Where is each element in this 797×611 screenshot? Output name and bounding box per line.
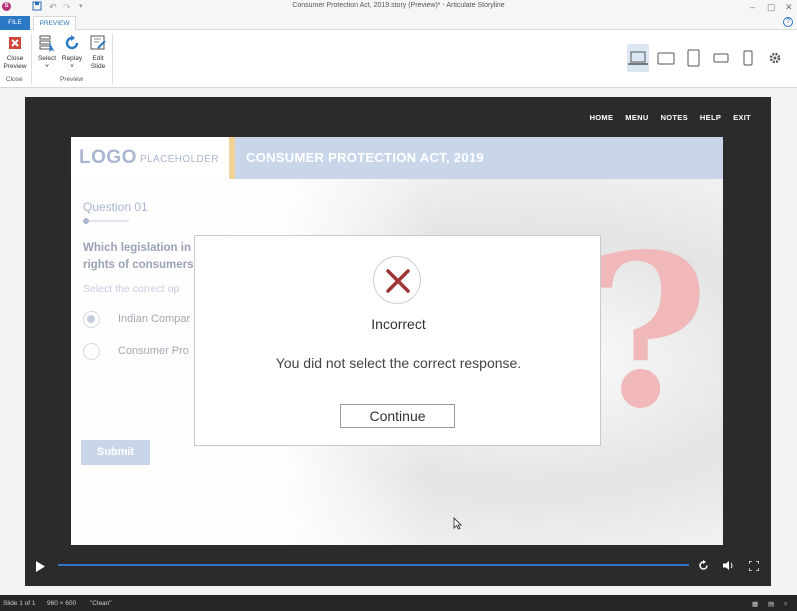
option-label-1[interactable]: Indian Compar [118, 313, 194, 325]
close-preview-label: Close Preview [3, 55, 27, 70]
ribbon-separator [31, 34, 32, 84]
close-preview-icon [9, 37, 21, 49]
submit-button[interactable]: Submit [81, 440, 150, 465]
ribbon-tabs: FILE PREVIEW ? [0, 14, 797, 30]
edit-slide-label: Edit Slide [90, 55, 106, 70]
fullscreen-icon [748, 560, 760, 572]
reading-view-icon[interactable]: ▤ [768, 600, 774, 608]
replay-icon [699, 560, 708, 570]
fullscreen-button[interactable] [748, 558, 760, 576]
volume-button[interactable] [723, 558, 735, 576]
chevron-down-icon: ˅ [45, 63, 49, 70]
incorrect-x-icon [373, 256, 421, 304]
play-icon [36, 561, 45, 572]
question-instruction: Select the correct op [83, 283, 180, 295]
tab-file[interactable]: FILE [0, 16, 30, 30]
play-button[interactable] [35, 559, 45, 577]
feedback-modal: Incorrect You did not select the correct… [194, 235, 601, 446]
preview-settings-button[interactable] [764, 44, 786, 72]
status-slide-count: Slide 1 of 1 [3, 600, 36, 607]
feedback-message: You did not select the correct response. [275, 355, 522, 371]
course-title-bar: CONSUMER PROTECTION ACT, 2019 [235, 137, 723, 179]
select-button[interactable]: Select ˅ [35, 34, 59, 71]
title-bar: S ↶ ↷ ▾ Consumer Protection Act, 2019.st… [0, 0, 797, 14]
select-label: Select [37, 55, 57, 62]
gear-icon [769, 52, 781, 64]
logo-placeholder-text: PLACEHOLDER [140, 154, 219, 165]
desktop-view-button[interactable] [627, 44, 649, 72]
close-window-button[interactable]: ✕ [785, 1, 793, 13]
logo-text: LOGO [79, 147, 137, 168]
option-radio-1[interactable] [83, 311, 100, 328]
logo-placeholder: LOGO PLACEHOLDER [71, 137, 229, 179]
storyline-window: S ↶ ↷ ▾ Consumer Protection Act, 2019.st… [0, 0, 797, 611]
player-top-nav: HOME MENU NOTES HELP EXIT [590, 113, 751, 122]
chevron-down-icon: ˅ [70, 63, 74, 70]
tablet-landscape-button[interactable] [655, 44, 677, 72]
help-icon[interactable]: ? [783, 17, 793, 27]
nav-notes[interactable]: NOTES [661, 113, 688, 122]
player-controls [25, 552, 771, 576]
minimize-button[interactable]: – [750, 1, 755, 13]
feedback-title: Incorrect [371, 316, 426, 332]
replay-slide-button[interactable] [698, 558, 709, 576]
option-label-2[interactable]: Consumer Pro [118, 345, 194, 357]
select-slides-icon [39, 35, 55, 52]
status-slide-size: 960 × 600 [47, 600, 77, 607]
restore-button[interactable]: ▢ [767, 1, 776, 13]
group-label-close: Close [6, 76, 23, 83]
ribbon-separator [112, 34, 113, 84]
phone-portrait-icon [743, 50, 753, 66]
replay-icon [65, 35, 79, 50]
option-radio-2[interactable] [83, 343, 100, 360]
edit-slide-icon [90, 35, 106, 50]
question-mark-image: ? [586, 208, 710, 455]
phone-landscape-icon [713, 53, 729, 63]
status-bar: Slide 1 of 1 960 × 600 "Clean" ▦ ▤ ▿ [0, 595, 797, 611]
question-progress-line [83, 220, 129, 222]
nav-exit[interactable]: EXIT [733, 113, 751, 122]
close-preview-button[interactable]: Close Preview [2, 34, 28, 71]
nav-menu[interactable]: MENU [625, 113, 648, 122]
tablet-portrait-icon [687, 49, 699, 67]
replay-label: Replay [61, 55, 83, 62]
slide-header: LOGO PLACEHOLDER CONSUMER PROTECTION ACT… [71, 137, 723, 179]
normal-view-icon[interactable]: ▦ [752, 600, 758, 608]
seekbar[interactable] [58, 564, 689, 566]
laptop-icon [628, 51, 648, 65]
nav-help[interactable]: HELP [700, 113, 721, 122]
replay-button[interactable]: Replay ˅ [60, 34, 84, 71]
course-title: CONSUMER PROTECTION ACT, 2019 [246, 150, 484, 165]
question-progress-dot [83, 218, 89, 224]
edit-slide-button[interactable]: Edit Slide [86, 34, 110, 71]
question-number: Question 01 [83, 200, 148, 214]
player-frame: HOME MENU NOTES HELP EXIT ? LOGO PLACEHO… [25, 97, 771, 586]
status-theme: "Clean" [90, 600, 112, 607]
fit-window-icon[interactable]: ▿ [784, 600, 787, 608]
volume-icon [723, 561, 733, 570]
ribbon: Close Preview Close Select ˅ Replay ˅ Edit… [0, 30, 797, 88]
phone-portrait-button[interactable] [737, 44, 759, 72]
tablet-portrait-button[interactable] [682, 44, 704, 72]
tab-preview[interactable]: PREVIEW [33, 16, 76, 30]
continue-button[interactable]: Continue [340, 404, 455, 428]
window-title: Consumer Protection Act, 2019.story (Pre… [292, 2, 505, 9]
group-label-preview: Preview [60, 76, 84, 83]
tablet-landscape-icon [657, 52, 675, 64]
phone-landscape-button[interactable] [710, 44, 732, 72]
nav-home[interactable]: HOME [590, 113, 614, 122]
mouse-cursor-icon [453, 517, 462, 535]
